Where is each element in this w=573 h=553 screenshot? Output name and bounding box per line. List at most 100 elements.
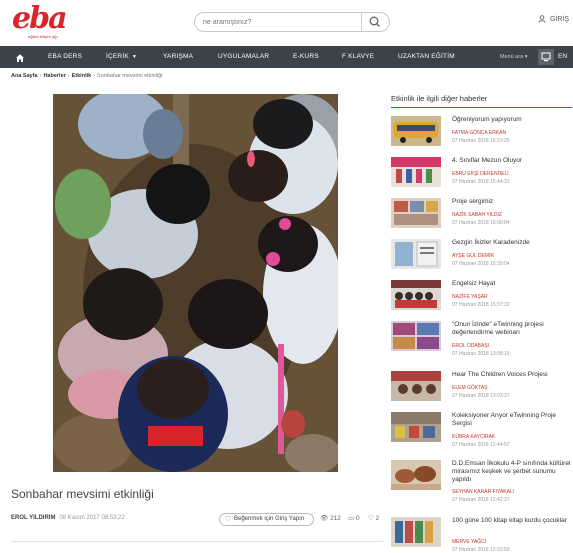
children-planting-image	[53, 94, 338, 472]
sidebar-underline	[391, 107, 572, 108]
nav-icerik-label: İÇERİK	[106, 53, 129, 60]
news-thumbnail[interactable]	[391, 412, 441, 442]
nav-yarisma[interactable]: YARIŞMA	[163, 46, 193, 68]
sidebar-title: Etkinlik ile ilgili diğer haberler	[391, 94, 488, 103]
heart-icon: ♡	[225, 516, 232, 523]
breadcrumb-separator: ›	[67, 73, 70, 79]
login-button[interactable]: GİRİŞ	[538, 15, 569, 23]
news-thumbnail[interactable]	[391, 460, 441, 490]
search-box	[194, 12, 390, 32]
news-author: EROL ODABAŞI	[452, 343, 490, 349]
news-title[interactable]: Koleksiyoner Arıyor eTwinning Proje Serg…	[452, 412, 573, 428]
news-title[interactable]: 100 güne 100 kitap kitap kurdu çocuklar	[452, 517, 573, 525]
article-author[interactable]: EROL YILDIRIM	[11, 515, 55, 521]
news-item[interactable]: Engelsiz Hayat NAZİFE YAŞAR 07 Haziran 2…	[391, 280, 573, 316]
news-item[interactable]: Koleksiyoner Arıyor eTwinning Proje Serg…	[391, 412, 573, 448]
breadcrumb-current: Sonbahar mevsimi etkinliği	[97, 73, 163, 79]
news-date: 07 Haziran 2018 15:00:04	[452, 220, 510, 226]
news-title[interactable]: Öğreniyorum yapıyorum	[452, 116, 573, 124]
news-author: FATMA GONCA ERKAN	[452, 130, 507, 136]
search-input[interactable]	[203, 15, 353, 29]
nav-uygulamalar[interactable]: UYGULAMALAR	[218, 46, 269, 68]
news-title[interactable]: Gezgin İkizler Karadenizde	[452, 239, 573, 247]
news-title[interactable]: D.D.Emsan İlkokulu 4-P sınıfında kültüre…	[452, 460, 573, 484]
news-thumbnail[interactable]	[391, 371, 441, 401]
breadcrumb-home[interactable]: Ana Sayfa	[11, 73, 38, 79]
news-author: NAZİK SABAH YILDIZ	[452, 212, 502, 218]
likes-value: 2	[375, 515, 380, 522]
chevron-down-icon: ▼	[131, 54, 138, 60]
nav-icerik[interactable]: İÇERİK ▼	[106, 46, 137, 68]
news-title[interactable]: Hear The Children Voices Projesi	[452, 371, 573, 379]
search-button[interactable]	[365, 15, 385, 29]
news-date: 07 Haziran 2018 13:03:37	[452, 393, 510, 399]
news-item[interactable]: Proje sergimiz NAZİK SABAH YILDIZ 07 Haz…	[391, 198, 573, 234]
news-thumbnail[interactable]	[391, 517, 441, 547]
nav-uzaktan-egitim[interactable]: UZAKTAN EĞİTİM	[398, 46, 455, 68]
class-thumbnail-image	[391, 157, 441, 187]
books-thumbnail-image	[391, 517, 441, 547]
news-date: 07 Haziran 2018 16:23:25	[452, 138, 510, 144]
nav-e-kurs[interactable]: E-KURS	[293, 46, 319, 68]
group-thumbnail-image	[391, 280, 441, 310]
breadcrumb-section[interactable]: Haberler	[43, 73, 65, 79]
breadcrumb: Ana Sayfa › Haberler › Etkinlik › Sonbahar mev…	[11, 73, 162, 79]
news-date: 07 Haziran 2018 12:33:50	[452, 547, 510, 553]
like-button[interactable]: ♡ Beğenmek için Giriş Yapın	[219, 513, 314, 526]
login-label: GİRİŞ	[549, 15, 569, 23]
heart-icon: ♡	[368, 515, 374, 522]
chevron-down-icon: ▾	[524, 54, 528, 60]
menu-search[interactable]: Menü ara ▾	[500, 46, 528, 68]
poster-thumbnail-image	[391, 239, 441, 269]
menu-label: Menü ara	[500, 54, 524, 60]
bus-thumbnail-image	[391, 116, 441, 146]
views-count: 👁 212	[320, 514, 341, 522]
news-author: AYŞE GÜL DEMİR	[452, 253, 494, 259]
divider	[11, 541, 383, 542]
children-thumbnail-image	[391, 371, 441, 401]
views-value: 212	[330, 515, 341, 522]
news-date: 07 Haziran 2018 15:39:04	[452, 261, 510, 267]
news-item[interactable]: Öğreniyorum yapıyorum FATMA GONCA ERKAN …	[391, 116, 573, 152]
news-item[interactable]: 100 güne 100 kitap kitap kurdu çocuklar …	[391, 517, 573, 553]
news-author: NAZİFE YAŞAR	[452, 294, 488, 300]
nav-f-klavye[interactable]: F KLAVYE	[342, 46, 374, 68]
likes-count: ♡ 2	[368, 514, 379, 522]
comment-icon: ▭	[348, 515, 355, 522]
news-author: ELEM GÖKTAŞ	[452, 385, 488, 391]
exhibition-thumbnail-image	[391, 412, 441, 442]
comments-count: ▭ 0	[348, 514, 360, 522]
news-thumbnail[interactable]	[391, 157, 441, 187]
nav-eba-ders[interactable]: EBA DERS	[48, 46, 82, 68]
apps-button[interactable]	[538, 49, 554, 65]
news-author: SEYHAN KARAR FIYAKALI	[452, 489, 515, 495]
language-toggle[interactable]: EN	[558, 46, 567, 68]
eye-icon: 👁	[320, 515, 329, 522]
news-thumbnail[interactable]	[391, 280, 441, 310]
eba-logo[interactable]: eba eğitim bilişim ağı	[12, 4, 68, 40]
main-nav: EBA DERS İÇERİK ▼ YARIŞMA UYGULAMALAR E-K…	[0, 46, 573, 68]
news-title[interactable]: 4. Sınıflar Mezun Oluyor	[452, 157, 573, 165]
home-button[interactable]	[14, 51, 26, 63]
news-thumbnail[interactable]	[391, 321, 441, 351]
search-icon	[369, 16, 380, 27]
news-thumbnail[interactable]	[391, 239, 441, 269]
news-title[interactable]: Engelsiz Hayat	[452, 280, 573, 288]
news-date: 07 Haziran 2018 12:42:37	[452, 497, 510, 503]
news-item[interactable]: D.D.Emsan İlkokulu 4-P sınıfında kültüre…	[391, 460, 573, 503]
news-thumbnail[interactable]	[391, 198, 441, 228]
news-author: MERVE YAĞCI	[452, 539, 487, 545]
news-thumbnail[interactable]	[391, 116, 441, 146]
news-title[interactable]: Proje sergimiz	[452, 198, 573, 206]
breadcrumb-separator: ›	[93, 73, 96, 79]
news-item[interactable]: "Onun İzinde" eTwinning projesi değerlen…	[391, 321, 573, 357]
food-thumbnail-image	[391, 460, 441, 490]
breadcrumb-category[interactable]: Etkinlik	[72, 73, 92, 79]
news-item[interactable]: Hear The Children Voices Projesi ELEM GÖ…	[391, 371, 573, 407]
news-title[interactable]: "Onun İzinde" eTwinning projesi değerlen…	[452, 321, 573, 337]
news-date: 07 Haziran 2018 15:37:32	[452, 302, 510, 308]
news-item[interactable]: Gezgin İkizler Karadenizde AYŞE GÜL DEMİ…	[391, 239, 573, 275]
news-item[interactable]: 4. Sınıflar Mezun Oluyor EBRU EKŞİ DEREN…	[391, 157, 573, 193]
site-header: eba eğitim bilişim ağı GİRİŞ	[0, 0, 573, 44]
article-title: Sonbahar mevsimi etkinliği	[11, 487, 154, 501]
